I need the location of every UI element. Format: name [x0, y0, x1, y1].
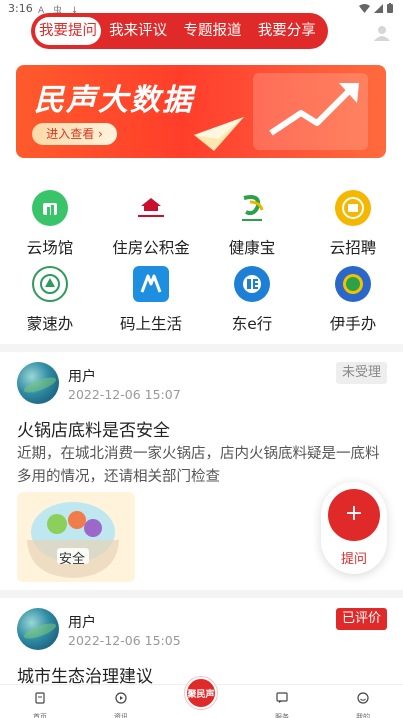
service-label: 东e行	[231, 315, 273, 333]
food-safety-illustration	[27, 502, 119, 578]
dong-e-icon	[234, 266, 270, 302]
health-icon	[234, 190, 270, 226]
service-yishouban[interactable]: 伊手办	[303, 266, 403, 334]
status-time: 3:16	[8, 2, 33, 15]
banner-chart-panel	[253, 73, 368, 150]
news-icon	[115, 692, 127, 704]
post-thumbnail[interactable]: 安全	[17, 492, 135, 582]
tab-ask[interactable]: 我要提问	[35, 17, 101, 45]
service-code-life[interactable]: 码上生活	[101, 266, 201, 334]
service-label: 住房公积金	[112, 239, 190, 257]
service-recruit[interactable]: 云招聘	[303, 190, 403, 258]
service-health[interactable]: 健康宝	[202, 190, 302, 258]
banner-title: 民声大数据	[34, 83, 194, 118]
ask-fab[interactable]: + 提问	[321, 482, 387, 574]
nav-news[interactable]: 资讯	[96, 689, 146, 718]
signal-icon	[374, 3, 383, 13]
service-label: 健康宝	[228, 239, 276, 257]
service-mengsuban[interactable]: 蒙速办	[0, 266, 100, 334]
nav-label: 服务	[275, 713, 289, 718]
post-body: 近期，在城北消费一家火锅店，店内火锅底料疑是一底料多用的情况，还请相关部门检查	[17, 446, 380, 485]
post-date: 2022-12-06 15:07	[68, 387, 181, 402]
service-label: 码上生活	[119, 315, 182, 333]
service-label: 云招聘	[329, 239, 377, 257]
ask-fab-label: 提问	[340, 552, 367, 567]
mengsuban-icon	[32, 266, 68, 302]
section-divider	[0, 344, 403, 352]
top-tab-bar: 我要提问 我来评议 专题报道 我要分享	[31, 13, 328, 49]
system-icons	[359, 3, 393, 13]
service-dong-e[interactable]: 东e行	[202, 266, 302, 334]
post-user: 用户	[68, 369, 96, 385]
code-life-icon	[133, 266, 169, 302]
center-logo-icon[interactable]: 聚民声	[185, 677, 217, 709]
nav-label: 首页	[33, 713, 47, 718]
home-icon	[35, 692, 45, 704]
service-icon	[276, 692, 288, 703]
housing-fund-icon	[133, 190, 169, 226]
service-venue[interactable]: 云场馆	[0, 190, 100, 258]
post-title[interactable]: 火锅店底料是否安全	[17, 416, 170, 441]
post-card[interactable]: 用户 2022-12-06 15:05 已评价 城市生态治理建议	[0, 598, 403, 687]
service-label: 云场馆	[26, 239, 74, 257]
wifi-icon	[359, 3, 370, 13]
banner-enter-button[interactable]: 进入查看 ›	[32, 123, 117, 145]
status-badge: 已评价	[335, 608, 387, 630]
bottom-nav: 首页 资讯 聚民声 服务 我的	[0, 677, 403, 718]
venue-icon	[32, 190, 68, 226]
recruit-icon	[335, 190, 371, 226]
profile-icon	[357, 692, 369, 704]
nav-profile[interactable]: 我的	[338, 689, 388, 718]
thumbnail-text: 安全	[59, 552, 86, 567]
post-user: 用户	[68, 615, 96, 631]
plus-icon[interactable]: +	[328, 489, 380, 541]
tab-share[interactable]: 我要分享	[250, 17, 324, 45]
trend-arrow-icon	[269, 83, 359, 136]
service-label: 蒙速办	[26, 315, 74, 333]
user-avatar[interactable]	[17, 362, 59, 404]
service-housing-fund[interactable]: 住房公积金	[101, 190, 201, 258]
paper-plane-icon	[194, 117, 244, 151]
service-label: 伊手办	[329, 315, 377, 333]
battery-icon	[387, 3, 393, 13]
user-avatar[interactable]	[17, 608, 59, 650]
nav-label: 资讯	[114, 713, 128, 718]
tab-review[interactable]: 我来评议	[101, 17, 175, 45]
data-banner[interactable]: 民声大数据 进入查看 ›	[16, 65, 386, 158]
nav-service[interactable]: 服务	[257, 689, 307, 718]
nav-home[interactable]: 首页	[15, 689, 65, 718]
section-divider	[0, 590, 403, 598]
user-avatar-icon[interactable]	[374, 25, 390, 41]
post-date: 2022-12-06 15:05	[68, 633, 181, 648]
yishouban-icon	[335, 266, 371, 302]
status-badge: 未受理	[335, 362, 387, 384]
nav-label: 我的	[356, 713, 370, 718]
tab-special-report[interactable]: 专题报道	[175, 17, 249, 45]
